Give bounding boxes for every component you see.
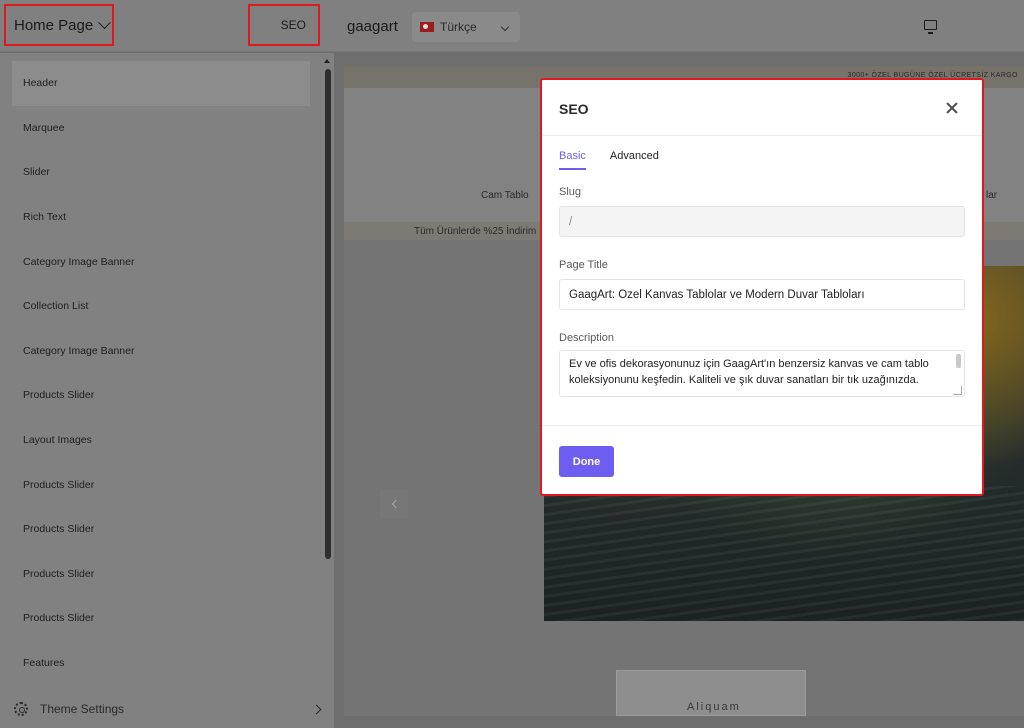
page-title-label: Page Title — [559, 259, 608, 271]
top-bar: Home Page SEO gaagart Türkçe — [0, 0, 1024, 52]
preview-nav-link: Cam Tablo — [481, 190, 529, 201]
tab-basic[interactable]: Basic — [559, 150, 586, 170]
done-button-label: Done — [572, 455, 601, 468]
product-card: Aliquam — [616, 670, 806, 716]
slider-prev-button[interactable] — [380, 490, 408, 518]
sidebar-item-category-image-banner[interactable]: Category Image Banner — [12, 239, 310, 284]
sidebar-item-rich-text[interactable]: Rich Text — [12, 195, 310, 240]
preview-announcement-text: Tüm Ürünlerde %25 İndirim — [414, 226, 537, 237]
gear-icon — [14, 702, 28, 716]
product-label: Aliquam — [687, 701, 741, 713]
close-icon[interactable] — [945, 101, 959, 115]
page-title-input[interactable] — [559, 279, 965, 310]
done-button[interactable]: Done — [559, 446, 614, 477]
sidebar-item-marquee[interactable]: Marquee — [12, 106, 310, 151]
language-label: Türkçe — [440, 20, 477, 34]
description-textarea[interactable]: Ev ve ofis dekorasyonunuz için GaagArt'ı… — [559, 350, 965, 397]
sidebar-item-category-image-banner-2[interactable]: Category Image Banner — [12, 329, 310, 374]
painting-texture — [544, 486, 1024, 621]
page-selector[interactable]: Home Page — [4, 4, 114, 46]
textarea-scrollbar[interactable] — [956, 354, 961, 368]
scrollbar-thumb[interactable] — [325, 69, 331, 559]
sections-sidebar: Header Marquee Slider Rich Text Category… — [0, 53, 334, 728]
sidebar-item-products-slider-4[interactable]: Products Slider — [12, 552, 310, 597]
seo-modal: SEO Basic Advanced Slug Page Title Descr… — [540, 78, 984, 496]
desktop-icon[interactable] — [924, 20, 937, 34]
modal-header: SEO — [542, 80, 982, 136]
sidebar-item-header[interactable]: Header — [12, 61, 310, 106]
preview-nav-link-right: lar — [986, 190, 998, 201]
page-selector-label: Home Page — [14, 16, 94, 34]
modal-title: SEO — [559, 101, 589, 117]
sidebar-item-products-slider[interactable]: Products Slider — [12, 373, 310, 418]
sidebar-item-layout-images[interactable]: Layout Images — [12, 418, 310, 463]
modal-tabs: Basic Advanced — [559, 150, 659, 170]
sidebar-item-features[interactable]: Features — [12, 641, 310, 686]
chevron-down-icon — [98, 15, 112, 29]
slug-input[interactable] — [559, 206, 965, 237]
seo-button[interactable]: SEO — [248, 4, 320, 46]
language-selector[interactable]: Türkçe — [412, 12, 520, 42]
sidebar-scrollbar[interactable] — [322, 59, 332, 565]
sidebar-item-slider[interactable]: Slider — [12, 150, 310, 195]
theme-settings-button[interactable]: Theme Settings — [14, 697, 322, 721]
scroll-up-arrow-icon[interactable] — [324, 59, 330, 63]
sidebar-item-products-slider-2[interactable]: Products Slider — [12, 462, 310, 507]
slug-label: Slug — [559, 186, 582, 198]
sidebar-item-collection-list[interactable]: Collection List — [12, 284, 310, 329]
turkey-flag-icon — [420, 22, 434, 32]
chevron-down-icon — [500, 22, 510, 32]
store-name: gaagart — [347, 18, 398, 35]
sidebar-item-products-slider-5[interactable]: Products Slider — [12, 596, 310, 641]
section-list: Header Marquee Slider Rich Text Category… — [12, 61, 310, 685]
chevron-left-icon — [391, 499, 400, 509]
modal-footer-divider — [542, 425, 982, 426]
description-label: Description — [559, 332, 615, 344]
tab-advanced[interactable]: Advanced — [610, 150, 659, 170]
sidebar-item-products-slider-3[interactable]: Products Slider — [12, 507, 310, 552]
resize-handle-icon[interactable] — [953, 386, 962, 395]
seo-button-label: SEO — [280, 18, 306, 32]
theme-settings-label: Theme Settings — [40, 702, 125, 716]
chevron-right-icon — [311, 704, 322, 714]
